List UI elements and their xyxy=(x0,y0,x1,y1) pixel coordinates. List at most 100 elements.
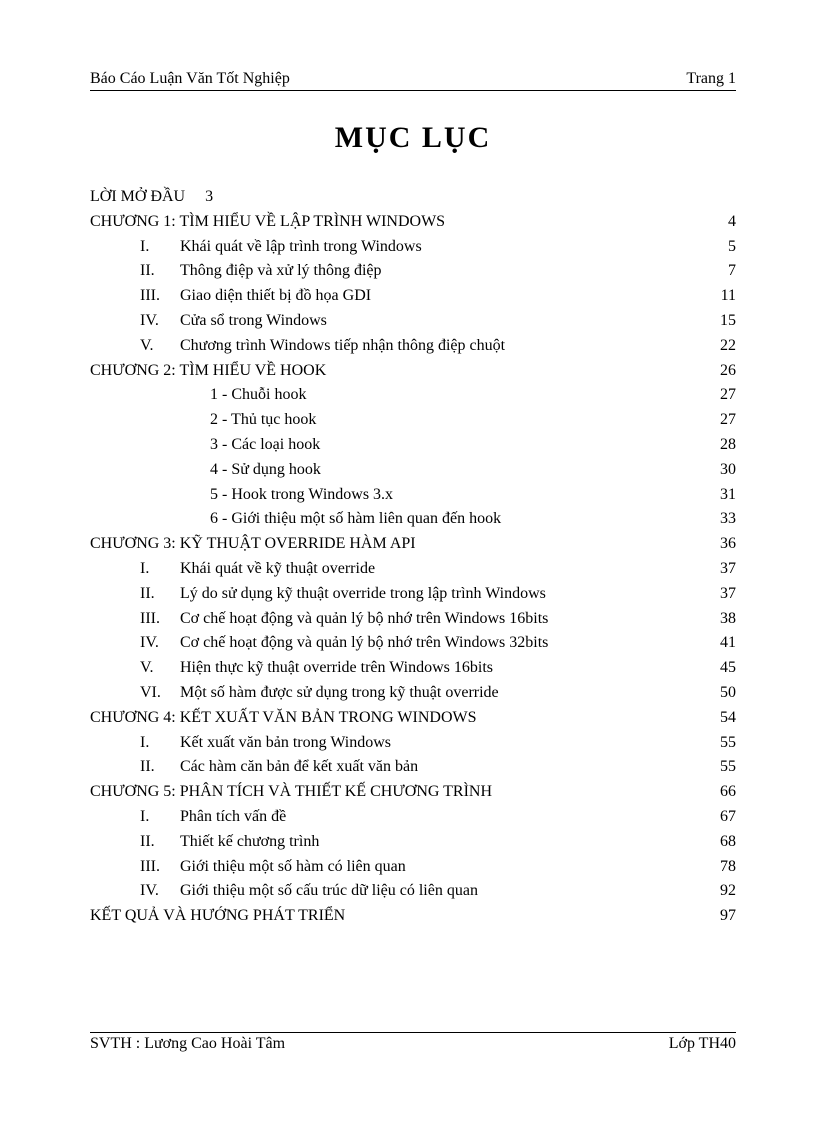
toc-item-page: 37 xyxy=(696,582,736,607)
toc-item-text: II.Lý do sử dụng kỹ thuật override trong… xyxy=(90,582,696,607)
page-header: Báo Cáo Luận Văn Tốt Nghiệp Trang 1 xyxy=(90,70,736,91)
toc-item-page: 37 xyxy=(696,557,736,582)
toc-item-label: 6 - Giới thiệu một số hàm liên quan đến … xyxy=(210,507,501,532)
toc-item-label: Thông điệp và xử lý thông điệp xyxy=(180,259,382,284)
toc-item-number: IV. xyxy=(140,631,180,656)
toc-item-row: IV.Cửa sổ trong Windows15 xyxy=(90,309,736,334)
toc-item-page: 27 xyxy=(696,408,736,433)
toc-item-text: 3 - Các loại hook xyxy=(90,433,696,458)
header-right: Trang 1 xyxy=(686,70,736,88)
chapter-heading: CHƯƠNG 2: TÌM HIỂU VỀ HOOK xyxy=(90,359,696,384)
toc-item-page: 31 xyxy=(696,483,736,508)
toc-item-label: Cửa sổ trong Windows xyxy=(180,309,327,334)
toc-item-text: V.Hiện thực kỹ thuật override trên Windo… xyxy=(90,656,696,681)
toc-item-number: III. xyxy=(140,284,180,309)
toc-item-label: 3 - Các loại hook xyxy=(210,433,320,458)
page-footer: SVTH : Lương Cao Hoài Tâm Lớp TH40 xyxy=(90,1032,736,1053)
toc-item-text: 2 - Thủ tục hook xyxy=(90,408,696,433)
toc-item-text: III.Giao diện thiết bị đồ họa GDI xyxy=(90,284,696,309)
toc-item-page: 55 xyxy=(696,755,736,780)
toc-item-text: V.Chương trình Windows tiếp nhận thông đ… xyxy=(90,334,696,359)
toc-item-row: IV.Cơ chế hoạt động và quản lý bộ nhớ tr… xyxy=(90,631,736,656)
toc-intro-row: LỜI MỞ ĐẦU 3 xyxy=(90,185,736,210)
toc-item-label: Phân tích vấn đề xyxy=(180,805,286,830)
toc-item-text: II.Các hàm căn bản để kết xuất văn bản xyxy=(90,755,696,780)
toc-item-page: 33 xyxy=(696,507,736,532)
chapter-page: 54 xyxy=(696,706,736,731)
toc-item-text: I.Phân tích vấn đề xyxy=(90,805,696,830)
toc-item-row: V.Chương trình Windows tiếp nhận thông đ… xyxy=(90,334,736,359)
toc-item-page: 55 xyxy=(696,731,736,756)
toc-item-label: Các hàm căn bản để kết xuất văn bản xyxy=(180,755,418,780)
toc-item-row: 6 - Giới thiệu một số hàm liên quan đến … xyxy=(90,507,736,532)
toc-item-row: 2 - Thủ tục hook 27 xyxy=(90,408,736,433)
toc-item-row: II.Lý do sử dụng kỹ thuật override trong… xyxy=(90,582,736,607)
toc-item-text: II.Thiết kế chương trình xyxy=(90,830,696,855)
toc-item-number: IV. xyxy=(140,309,180,334)
toc-item-label: Cơ chế hoạt động và quản lý bộ nhớ trên … xyxy=(180,631,548,656)
toc-item-row: II.Thông điệp và xử lý thông điệp7 xyxy=(90,259,736,284)
toc-item-text: IV.Cơ chế hoạt động và quản lý bộ nhớ tr… xyxy=(90,631,696,656)
page: Báo Cáo Luận Văn Tốt Nghiệp Trang 1 MỤC … xyxy=(0,0,816,1123)
toc-item-text: I.Kết xuất văn bản trong Windows xyxy=(90,731,696,756)
chapter-page: 36 xyxy=(696,532,736,557)
intro-page: 3 xyxy=(205,188,213,205)
toc-chapter-row: CHƯƠNG 5: PHÂN TÍCH VÀ THIẾT KẾ CHƯƠNG T… xyxy=(90,780,736,805)
toc-item-number: I. xyxy=(140,805,180,830)
toc-item-label: Giới thiệu một số cấu trúc dữ liệu có li… xyxy=(180,879,478,904)
toc-item-page: 50 xyxy=(696,681,736,706)
conclusion-page: 97 xyxy=(696,904,736,929)
toc-chapter-row: CHƯƠNG 4: KẾT XUẤT VĂN BẢN TRONG WINDOWS… xyxy=(90,706,736,731)
toc-item-row: 5 - Hook trong Windows 3.x31 xyxy=(90,483,736,508)
toc-item-label: Thiết kế chương trình xyxy=(180,830,319,855)
toc-item-page: 92 xyxy=(696,879,736,904)
toc-item-row: 4 - Sử dụng hook30 xyxy=(90,458,736,483)
toc-item-row: III.Cơ chế hoạt động và quản lý bộ nhớ t… xyxy=(90,607,736,632)
toc-item-page: 45 xyxy=(696,656,736,681)
toc-item-number: II. xyxy=(140,830,180,855)
toc-item-row: I.Kết xuất văn bản trong Windows55 xyxy=(90,731,736,756)
toc-item-text: VI.Một số hàm được sử dụng trong kỹ thuậ… xyxy=(90,681,696,706)
toc-item-page: 15 xyxy=(696,309,736,334)
toc-item-page: 67 xyxy=(696,805,736,830)
document-title: MỤC LỤC xyxy=(90,121,736,155)
toc-item-page: 68 xyxy=(696,830,736,855)
toc-item-number: IV. xyxy=(140,879,180,904)
toc-item-page: 11 xyxy=(696,284,736,309)
toc-chapters: CHƯƠNG 1: TÌM HIỂU VỀ LẬP TRÌNH WINDOWS4… xyxy=(90,210,736,904)
chapter-heading: CHƯƠNG 4: KẾT XUẤT VĂN BẢN TRONG WINDOWS xyxy=(90,706,696,731)
toc-item-row: V.Hiện thực kỹ thuật override trên Windo… xyxy=(90,656,736,681)
toc-item-page: 30 xyxy=(696,458,736,483)
toc-item-label: Giới thiệu một số hàm có liên quan xyxy=(180,855,406,880)
toc-item-page: 5 xyxy=(696,235,736,260)
toc-item-row: VI.Một số hàm được sử dụng trong kỹ thuậ… xyxy=(90,681,736,706)
toc-item-text: I.Khái quát về kỹ thuật override xyxy=(90,557,696,582)
toc-item-text: III.Cơ chế hoạt động và quản lý bộ nhớ t… xyxy=(90,607,696,632)
toc-item-row: 1 - Chuỗi hook27 xyxy=(90,383,736,408)
chapter-page: 66 xyxy=(696,780,736,805)
toc-item-text: I.Khái quát về lập trình trong Windows xyxy=(90,235,696,260)
toc-item-page: 7 xyxy=(696,259,736,284)
toc-item-label: Cơ chế hoạt động và quản lý bộ nhớ trên … xyxy=(180,607,548,632)
toc-item-row: II.Thiết kế chương trình68 xyxy=(90,830,736,855)
toc-item-row: III.Giao diện thiết bị đồ họa GDI11 xyxy=(90,284,736,309)
toc-item-number: VI. xyxy=(140,681,180,706)
footer-left: SVTH : Lương Cao Hoài Tâm xyxy=(90,1035,285,1053)
toc-item-row: II.Các hàm căn bản để kết xuất văn bản55 xyxy=(90,755,736,780)
toc-item-row: IV.Giới thiệu một số cấu trúc dữ liệu có… xyxy=(90,879,736,904)
toc-item-text: IV.Cửa sổ trong Windows xyxy=(90,309,696,334)
footer-right: Lớp TH40 xyxy=(669,1035,736,1053)
toc-item-number: I. xyxy=(140,557,180,582)
toc-item-label: Khái quát về lập trình trong Windows xyxy=(180,235,422,260)
toc-item-number: III. xyxy=(140,607,180,632)
toc-item-number: V. xyxy=(140,656,180,681)
toc-item-label: Giao diện thiết bị đồ họa GDI xyxy=(180,284,371,309)
toc-item-label: Khái quát về kỹ thuật override xyxy=(180,557,375,582)
toc-item-label: Lý do sử dụng kỹ thuật override trong lậ… xyxy=(180,582,546,607)
toc-item-label: 1 - Chuỗi hook xyxy=(210,383,306,408)
toc-item-row: III.Giới thiệu một số hàm có liên quan78 xyxy=(90,855,736,880)
intro-label: LỜI MỞ ĐẦU xyxy=(90,188,185,205)
toc-conclusion-row: KẾT QUẢ VÀ HƯỚNG PHÁT TRIỂN 97 xyxy=(90,904,736,929)
toc-item-label: 2 - Thủ tục hook xyxy=(210,408,316,433)
toc-item-number: II. xyxy=(140,582,180,607)
